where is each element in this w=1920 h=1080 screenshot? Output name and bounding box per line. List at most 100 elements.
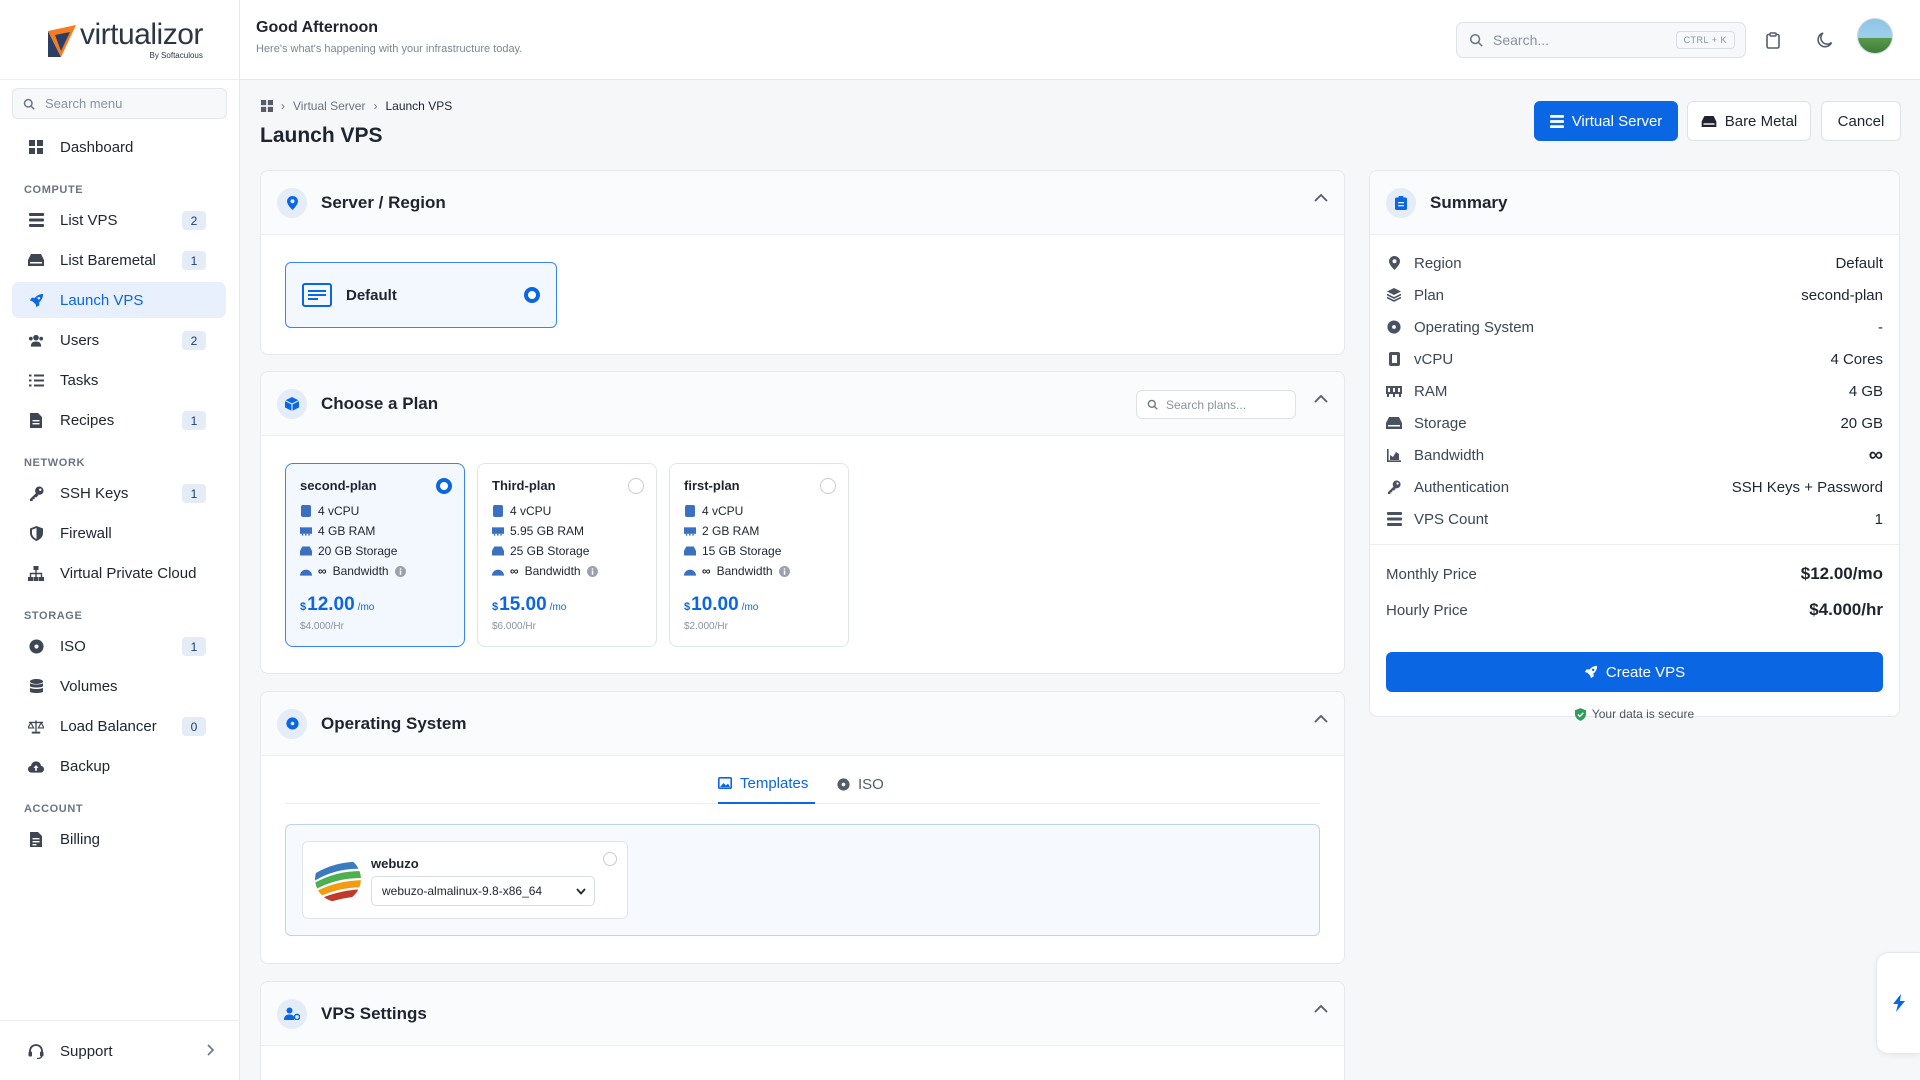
- summary-row-vcpu: vCPU 4 Cores: [1386, 348, 1883, 370]
- plan-price-amount: 12.00: [307, 594, 355, 615]
- summary-row-bandwidth: Bandwidth ∞: [1386, 444, 1883, 466]
- server-icon: [28, 212, 44, 228]
- sidebar-item-users[interactable]: Users 2: [12, 322, 226, 358]
- sidebar-item-vpc[interactable]: Virtual Private Cloud: [12, 555, 226, 591]
- clipboard-list-icon: [1386, 187, 1416, 218]
- sidebar-item-ssh-keys[interactable]: SSH Keys 1: [12, 475, 226, 511]
- rocket-icon: [1584, 665, 1598, 679]
- plan-radio[interactable]: [628, 478, 644, 494]
- plan-radio[interactable]: [436, 478, 452, 494]
- plan-ram: 2 GB RAM: [702, 524, 760, 538]
- region-radio[interactable]: [524, 287, 540, 303]
- sidebar-item-backup[interactable]: Backup: [12, 748, 226, 784]
- plan-price-period: /mo: [741, 602, 759, 613]
- sidebar-item-tasks[interactable]: Tasks: [12, 362, 226, 398]
- plan-storage: 25 GB Storage: [510, 544, 590, 558]
- count-badge: 2: [182, 211, 206, 230]
- hard-drive-icon: [1701, 115, 1717, 127]
- sidebar-item-volumes[interactable]: Volumes: [12, 668, 226, 704]
- count-badge: 2: [182, 331, 206, 350]
- plan-hourly: $2.000/Hr: [684, 621, 728, 632]
- summary-value: second-plan: [1801, 286, 1883, 304]
- plan-vcpu: 4 vCPU: [702, 504, 744, 518]
- plan-price: $15.00/mo: [492, 594, 566, 616]
- plan-card-third-plan[interactable]: Third-plan 4 vCPU 5.95 GB RAM 25 GB Stor…: [477, 463, 657, 647]
- sidebar-item-recipes[interactable]: Recipes 1: [12, 402, 226, 438]
- summary-label: vCPU: [1414, 350, 1454, 368]
- tab-iso[interactable]: ISO: [837, 764, 884, 804]
- rocket-icon: [28, 292, 44, 308]
- server-rack-icon: [302, 283, 332, 307]
- count-badge: 1: [182, 411, 206, 430]
- sidebar-search[interactable]: [12, 88, 227, 119]
- os-version-select[interactable]: webuzo-almalinux-9.8-x86_64: [371, 876, 595, 906]
- os-card-webuzo[interactable]: webuzo webuzo-almalinux-9.8-x86_64: [302, 841, 628, 919]
- plan-ram: 4 GB RAM: [318, 524, 376, 538]
- dark-mode-icon[interactable]: [1811, 26, 1839, 54]
- bare-metal-label: Bare Metal: [1724, 112, 1798, 130]
- plan-card-first-plan[interactable]: first-plan 4 vCPU 2 GB RAM 15 GB Storage…: [669, 463, 849, 647]
- os-tabs: Templates ISO: [285, 764, 1320, 804]
- shield-check-icon: [1574, 707, 1586, 721]
- summary-row-os: Operating System -: [1386, 316, 1883, 338]
- region-option-default[interactable]: Default: [285, 262, 557, 328]
- create-vps-button[interactable]: Create VPS: [1386, 652, 1883, 692]
- plan-name: first-plan: [684, 478, 740, 493]
- sidebar-item-dashboard[interactable]: Dashboard: [12, 129, 226, 165]
- page-title: Launch VPS: [260, 124, 383, 147]
- cloud-upload-icon: [28, 758, 44, 774]
- sidebar-search-input[interactable]: [45, 96, 205, 111]
- summary-row-plan: Plan second-plan: [1386, 284, 1883, 306]
- sidebar-item-billing[interactable]: Billing: [12, 821, 226, 857]
- sidebar-item-firewall[interactable]: Firewall: [12, 515, 226, 551]
- cancel-button[interactable]: Cancel: [1821, 101, 1901, 141]
- os-radio[interactable]: [603, 852, 617, 866]
- sidebar-item-support[interactable]: Support: [12, 1033, 226, 1069]
- info-icon[interactable]: [778, 565, 790, 577]
- summary-label: VPS Count: [1414, 510, 1489, 528]
- count-badge: 1: [182, 484, 206, 503]
- chevron-up-icon[interactable]: [1314, 394, 1328, 403]
- plan-card-second-plan[interactable]: second-plan 4 vCPU 4 GB RAM 20 GB Storag…: [285, 463, 465, 647]
- monthly-price-row: Monthly Price $12.00/mo: [1386, 564, 1883, 584]
- summary-card: Summary Region Default Plan second-plan …: [1369, 170, 1900, 721]
- user-avatar[interactable]: [1857, 18, 1893, 54]
- hourly-price-row: Hourly Price $4.000/hr: [1386, 600, 1883, 620]
- quick-action-button[interactable]: [1876, 952, 1920, 1054]
- plan-search[interactable]: Search plans...: [1136, 390, 1296, 419]
- sidebar-item-list-vps[interactable]: List VPS 2: [12, 202, 226, 238]
- gauge-icon: [300, 565, 312, 577]
- headset-icon: [28, 1043, 44, 1059]
- brand-logo[interactable]: virtualizor By Softaculous: [0, 0, 239, 80]
- os-name: webuzo: [371, 856, 419, 871]
- breadcrumb-virtual-server[interactable]: Virtual Server: [293, 99, 365, 113]
- region-option-label: Default: [346, 286, 397, 304]
- bare-metal-button[interactable]: Bare Metal: [1687, 101, 1811, 141]
- global-search[interactable]: Search... CTRL + K: [1456, 22, 1746, 58]
- chevron-up-icon[interactable]: [1314, 1004, 1328, 1013]
- plan-radio[interactable]: [820, 478, 836, 494]
- chevron-up-icon[interactable]: [1314, 193, 1328, 202]
- sidebar-item-label: Firewall: [60, 524, 112, 542]
- info-icon[interactable]: [394, 565, 406, 577]
- tab-iso-label: ISO: [858, 775, 884, 793]
- home-grid-icon[interactable]: [261, 100, 273, 112]
- chevron-right-icon: ›: [373, 99, 378, 113]
- monthly-price-value: $12.00/mo: [1800, 564, 1883, 583]
- sidebar-item-iso[interactable]: ISO 1: [12, 628, 226, 664]
- chevron-down-icon: [576, 887, 586, 895]
- sidebar-item-load-balancer[interactable]: Load Balancer 0: [12, 708, 226, 744]
- virtual-server-button[interactable]: Virtual Server: [1534, 101, 1678, 141]
- sidebar-item-list-baremetal[interactable]: List Baremetal 1: [12, 242, 226, 278]
- memory-icon: [1386, 383, 1402, 399]
- sidebar-item-launch-vps[interactable]: Launch VPS: [12, 282, 226, 318]
- tab-templates[interactable]: Templates: [718, 764, 815, 804]
- disc-icon: [1386, 319, 1402, 335]
- chevron-up-icon[interactable]: [1314, 714, 1328, 723]
- server-icon: [1386, 511, 1402, 527]
- create-vps-label: Create VPS: [1605, 663, 1686, 681]
- info-icon[interactable]: [586, 565, 598, 577]
- summary-label: Operating System: [1414, 318, 1535, 336]
- gauge-icon: [684, 565, 696, 577]
- clipboard-icon[interactable]: [1759, 26, 1787, 54]
